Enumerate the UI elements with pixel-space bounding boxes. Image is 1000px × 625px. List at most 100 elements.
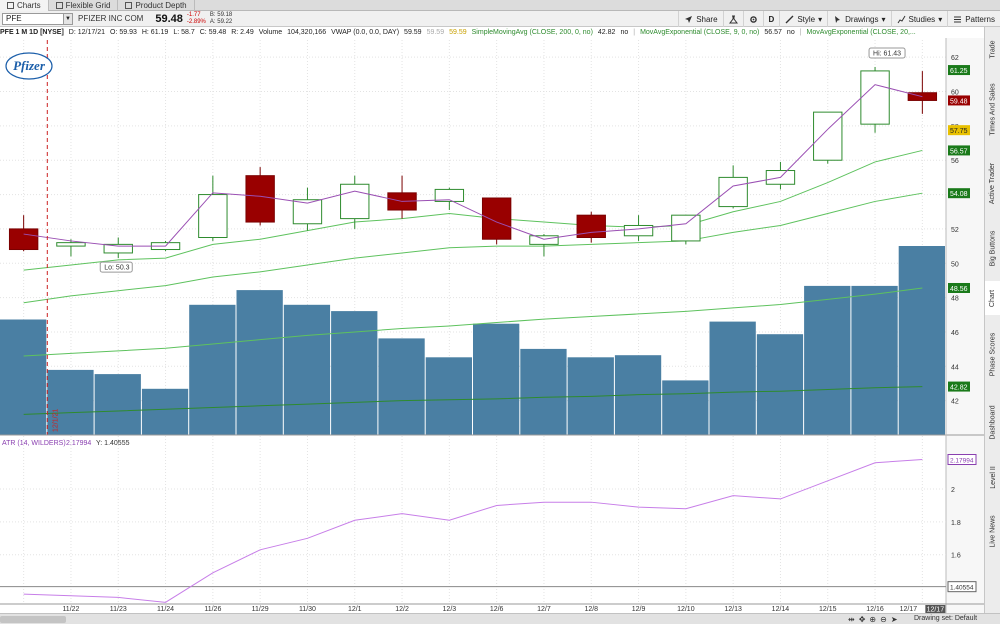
studies-icon <box>897 15 905 23</box>
candle-body <box>198 194 228 238</box>
volume-bar <box>804 285 851 435</box>
candle-body <box>718 176 748 208</box>
atr-y-tick-label: 1.6 <box>951 553 961 560</box>
atr-current-label: 2.17994 <box>950 458 974 465</box>
candle-body <box>860 70 890 125</box>
pan-icon[interactable]: ⇹ <box>848 615 855 624</box>
ema9-value: 56.57 <box>764 29 782 36</box>
y-tick-label: 48 <box>951 296 959 303</box>
chevron-down-icon: ▾ <box>938 14 943 24</box>
net-change: -1.77 -2.89% <box>186 11 206 25</box>
settings-button[interactable] <box>742 11 763 27</box>
move-icon[interactable]: ✥ <box>859 615 866 624</box>
sidebar-item-level-ii[interactable]: Level II <box>985 455 1000 499</box>
x-tick-label: 12/17 <box>900 606 918 613</box>
x-tick-label: 12/16 <box>866 606 884 613</box>
x-tick-label: 12/14 <box>772 606 790 613</box>
drawings-button[interactable]: Drawings ▾ <box>827 11 890 27</box>
sidebar-item-big-buttons[interactable]: Big Buttons <box>985 219 1000 277</box>
candle-body <box>245 175 275 223</box>
symbol-dropdown-icon[interactable]: ▼ <box>64 12 73 25</box>
flask-icon <box>728 15 738 23</box>
share-button[interactable]: Share <box>678 11 722 27</box>
atr-y-tick-label: 1.8 <box>951 520 961 527</box>
right-sidebar: Trade Times And Sales Active Trader Big … <box>984 27 1000 613</box>
share-icon <box>685 15 693 23</box>
candle-body <box>340 183 370 220</box>
symbol-description: PFE 1 M 1D [NYSE] <box>0 29 64 36</box>
atr-y-tick-label: 2 <box>951 487 955 494</box>
bottom-bar: ⇹ ✥ ⊕ ⊖ ➤ Drawing set: Default <box>0 613 1000 624</box>
y-tick-label: 42 <box>951 399 959 406</box>
x-tick-label: 11/22 <box>62 606 79 613</box>
ema9-label[interactable]: MovAvgExponential (CLOSE, 9, 0, no) <box>640 29 759 36</box>
grid-icon <box>55 2 63 9</box>
bar-date: D: 12/17/21 <box>68 29 105 36</box>
volume-bar <box>662 380 709 435</box>
y-tick-label: 46 <box>951 330 959 337</box>
sidebar-item-live-news[interactable]: Live News <box>985 503 1000 559</box>
chevron-down-icon: ▾ <box>881 14 886 24</box>
x-tick-label: 11/26 <box>204 606 221 613</box>
y-tick-label: 50 <box>951 261 959 268</box>
last-price: 59.48 <box>155 12 183 25</box>
tab-flexible-grid[interactable]: Flexible Grid <box>49 0 119 11</box>
vwap-upper: 59.59 <box>426 29 445 36</box>
volume-bar <box>331 311 378 435</box>
sma-value: 42.82 <box>597 29 616 36</box>
volume-value: 104,320,166 <box>287 29 327 36</box>
chart-info-bar: PFE 1 M 1D [NYSE] D: 12/17/21 O: 59.93 H… <box>0 29 916 36</box>
atr-cursor-label: 1.40554 <box>950 585 974 592</box>
y-tick-label: 56 <box>951 158 959 165</box>
gear-icon <box>749 15 757 23</box>
volume-bar <box>709 321 756 435</box>
volume-bar <box>851 285 898 435</box>
candle-body <box>671 214 701 242</box>
vwap-lower: 59.59 <box>449 29 467 36</box>
sidebar-item-phase-scores[interactable]: Phase Scores <box>985 319 1000 389</box>
symbol-input[interactable]: PFE <box>2 12 64 25</box>
style-button[interactable]: Style ▾ <box>779 11 827 27</box>
sidebar-item-trade[interactable]: Trade <box>985 31 1000 67</box>
x-tick-label: 11/29 <box>252 606 269 613</box>
vwap-value: 59.59 <box>404 29 422 36</box>
x-tick-label: 11/23 <box>110 606 127 613</box>
cursor-icon <box>835 15 841 23</box>
sma-label[interactable]: SimpleMovingAvg (CLOSE, 200, 0, no) <box>472 29 593 36</box>
candle-body <box>8 228 39 251</box>
tab-product-depth[interactable]: Product Depth <box>118 0 195 11</box>
x-tick-label: 12/9 <box>632 606 646 613</box>
x-tick-label: 11/30 <box>299 606 316 613</box>
chart-toolbar: PFE ▼ PFIZER INC COM 59.48 -1.77 -2.89% B… <box>0 11 1000 27</box>
drawing-set-label[interactable]: Drawing set: Default <box>914 615 977 622</box>
volume-bar <box>898 246 945 435</box>
price-label-value: 59.48 <box>950 98 968 105</box>
volume-bar <box>189 304 236 435</box>
bar-range: R: 2.49 <box>231 29 254 36</box>
bid-ask: B: 59.18 A: 59.22 <box>209 11 233 25</box>
chart-icon <box>7 2 14 9</box>
vwap-label[interactable]: VWAP (0.0, 0.0, DAY) <box>331 29 399 36</box>
cursor-icon[interactable]: ➤ <box>891 615 898 624</box>
x-tick-label: 12/15 <box>819 606 837 613</box>
studies-button[interactable]: Studies ▾ <box>890 11 948 27</box>
sidebar-item-times-and-sales[interactable]: Times And Sales <box>985 71 1000 147</box>
ema20-label[interactable]: MovAvgExponential (CLOSE, 20,... <box>807 29 916 36</box>
volume-bar <box>283 304 331 435</box>
zoom-out-icon[interactable]: ⊖ <box>880 615 887 624</box>
patterns-button[interactable]: Patterns <box>947 11 1000 27</box>
ema9-no: no <box>786 29 795 36</box>
atr-cursor: Y: 1.40555 <box>96 440 130 447</box>
sidebar-item-chart[interactable]: Chart <box>985 281 1000 315</box>
sidebar-item-active-trader[interactable]: Active Trader <box>985 151 1000 215</box>
period-button[interactable]: D <box>762 11 780 27</box>
price-chart[interactable]: 424446485052545658606212/1/21PfizerHi: 6… <box>0 38 984 613</box>
horizontal-scrollbar[interactable] <box>0 616 66 623</box>
chart-nav-icons: ⇹ ✥ ⊕ ⊖ ➤ <box>848 614 898 625</box>
x-tick-label: 12/2 <box>395 606 409 613</box>
sidebar-item-dashboard[interactable]: Dashboard <box>985 393 1000 451</box>
flask-button[interactable] <box>722 11 743 27</box>
bar-low: L: 58.7 <box>173 29 195 36</box>
tab-charts[interactable]: Charts <box>0 0 49 11</box>
zoom-in-icon[interactable]: ⊕ <box>869 615 876 624</box>
